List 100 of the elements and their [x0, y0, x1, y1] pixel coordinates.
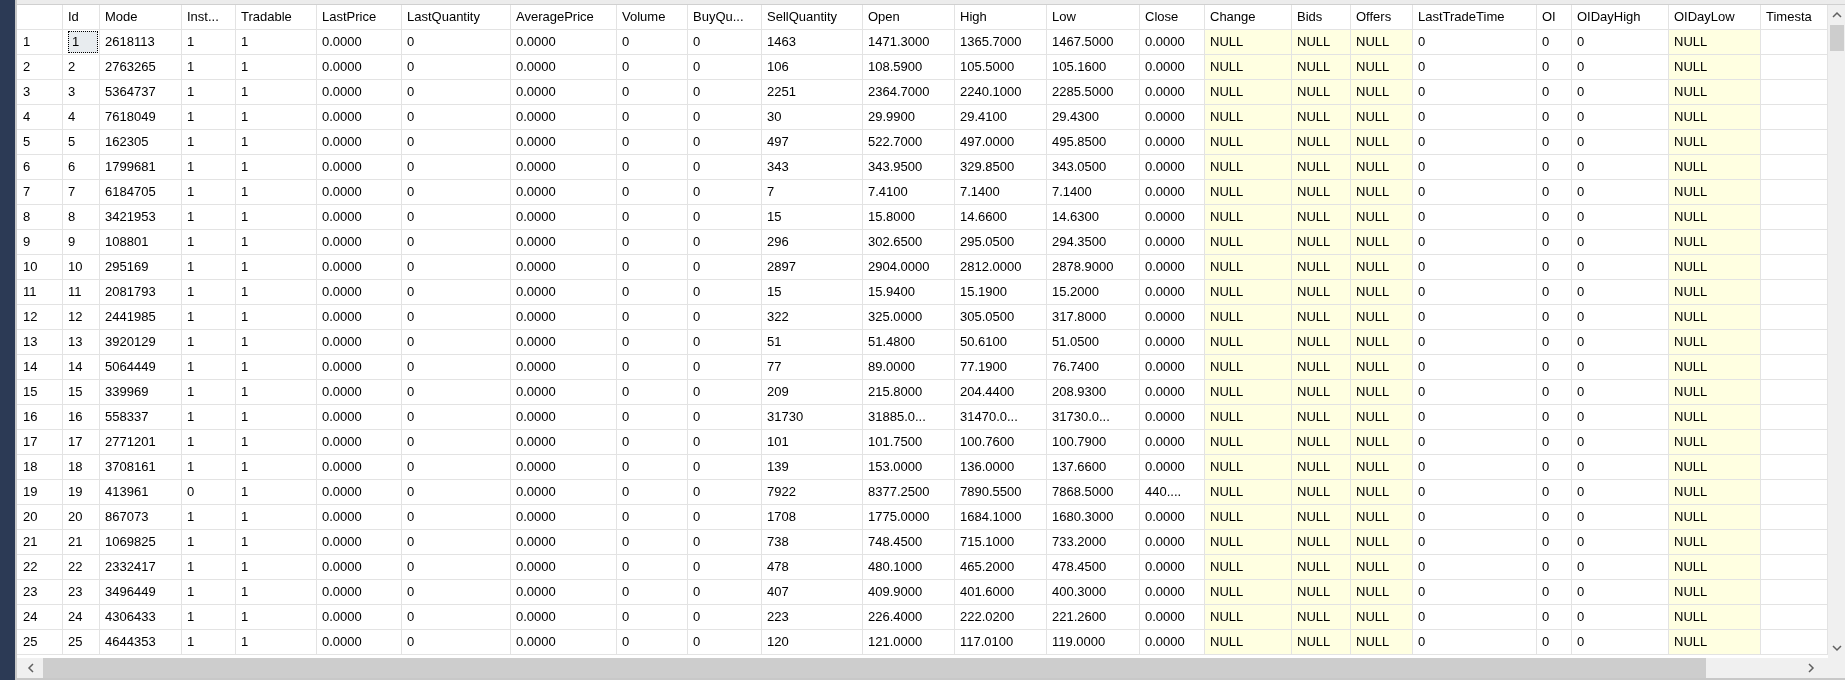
table-cell[interactable]: 2878.9000	[1047, 255, 1140, 280]
table-cell[interactable]: NULL	[1351, 480, 1413, 505]
table-cell[interactable]: 0	[617, 280, 688, 305]
table-cell[interactable]: NULL	[1205, 55, 1292, 80]
table-cell[interactable]: 1	[236, 230, 317, 255]
table-cell[interactable]: 3	[63, 80, 100, 105]
table-cell[interactable]: 137.6600	[1047, 455, 1140, 480]
table-cell[interactable]: 15.8000	[863, 205, 955, 230]
table-cell[interactable]: 4644353	[100, 630, 182, 655]
table-cell[interactable]: 497	[762, 130, 863, 155]
table-cell[interactable]: NULL	[1669, 230, 1761, 255]
table-cell[interactable]: 0.0000	[317, 405, 402, 430]
table-cell[interactable]: 139	[762, 455, 863, 480]
table-cell[interactable]: 0.0000	[317, 505, 402, 530]
table-cell[interactable]: 0	[1537, 455, 1572, 480]
table-cell[interactable]: 748.4500	[863, 530, 955, 555]
table-cell[interactable]: 0.0000	[511, 405, 617, 430]
row-number[interactable]: 9	[17, 230, 63, 255]
table-cell[interactable]: 5	[63, 130, 100, 155]
table-cell[interactable]: 1	[236, 30, 317, 55]
table-cell[interactable]: 0	[1537, 330, 1572, 355]
table-cell[interactable]: 0	[1537, 305, 1572, 330]
table-cell[interactable]: 2240.1000	[955, 80, 1047, 105]
table-cell[interactable]: NULL	[1351, 605, 1413, 630]
table-cell[interactable]: 409.9000	[863, 580, 955, 605]
table-cell[interactable]: 1	[182, 380, 236, 405]
table-cell[interactable]: 2	[63, 55, 100, 80]
table-cell[interactable]: 10	[63, 255, 100, 280]
table-cell[interactable]: 7.1400	[1047, 180, 1140, 205]
table-cell[interactable]: 3496449	[100, 580, 182, 605]
table-cell[interactable]: 16	[63, 405, 100, 430]
vertical-scrollbar[interactable]	[1828, 5, 1845, 658]
table-cell[interactable]: NULL	[1669, 605, 1761, 630]
table-cell[interactable]: 0	[402, 430, 511, 455]
table-cell[interactable]: 106	[762, 55, 863, 80]
table-cell[interactable]: 465.2000	[955, 555, 1047, 580]
table-cell[interactable]: 0	[1537, 55, 1572, 80]
table-cell[interactable]: NULL	[1205, 355, 1292, 380]
table-cell[interactable]: 21	[63, 530, 100, 555]
table-cell[interactable]: 0	[1413, 505, 1537, 530]
table-cell[interactable]: 0	[402, 230, 511, 255]
table-cell[interactable]: 0	[1413, 405, 1537, 430]
table-cell[interactable]: 0	[688, 480, 762, 505]
row-number[interactable]: 25	[17, 630, 63, 655]
table-cell[interactable]: 0	[688, 405, 762, 430]
table-cell[interactable]: 343.9500	[863, 155, 955, 180]
table-cell[interactable]: 1	[236, 255, 317, 280]
table-cell[interactable]: 12	[63, 305, 100, 330]
table-cell[interactable]: 1708	[762, 505, 863, 530]
table-cell[interactable]: NULL	[1669, 130, 1761, 155]
table-cell[interactable]: 497.0000	[955, 130, 1047, 155]
table-cell[interactable]: 0	[402, 355, 511, 380]
table-cell[interactable]: 495.8500	[1047, 130, 1140, 155]
table-cell[interactable]: NULL	[1205, 380, 1292, 405]
row-number[interactable]: 4	[17, 105, 63, 130]
table-cell[interactable]: 715.1000	[955, 530, 1047, 555]
table-cell[interactable]: 0.0000	[511, 55, 617, 80]
table-cell[interactable]: 7890.5500	[955, 480, 1047, 505]
table-cell[interactable]: 1	[236, 505, 317, 530]
table-cell[interactable]: 400.3000	[1047, 580, 1140, 605]
table-cell[interactable]: 0.0000	[511, 380, 617, 405]
table-cell[interactable]: 7	[762, 180, 863, 205]
table-cell[interactable]: 0	[402, 180, 511, 205]
table-cell[interactable]: 30	[762, 105, 863, 130]
table-cell[interactable]: NULL	[1205, 130, 1292, 155]
row-number[interactable]: 15	[17, 380, 63, 405]
table-cell[interactable]: 1	[236, 355, 317, 380]
table-cell[interactable]: 3421953	[100, 205, 182, 230]
table-cell[interactable]: 0.0000	[317, 80, 402, 105]
table-cell[interactable]: 0	[1413, 605, 1537, 630]
table-cell[interactable]: NULL	[1351, 280, 1413, 305]
table-cell[interactable]: 1	[182, 280, 236, 305]
table-cell[interactable]: 0.0000	[511, 330, 617, 355]
table-cell[interactable]: 136.0000	[955, 455, 1047, 480]
scroll-right-icon[interactable]	[1808, 663, 1815, 673]
table-cell[interactable]: 2812.0000	[955, 255, 1047, 280]
table-cell[interactable]: 0	[1537, 80, 1572, 105]
table-cell[interactable]: NULL	[1292, 130, 1351, 155]
table-cell[interactable]: 1	[236, 180, 317, 205]
table-cell[interactable]: 0.0000	[317, 555, 402, 580]
row-number[interactable]: 22	[17, 555, 63, 580]
table-cell[interactable]: 0	[688, 530, 762, 555]
table-cell[interactable]: 0.0000	[511, 155, 617, 180]
table-cell[interactable]: 1	[182, 105, 236, 130]
row-number[interactable]: 23	[17, 580, 63, 605]
table-cell[interactable]: 223	[762, 605, 863, 630]
row-number[interactable]: 11	[17, 280, 63, 305]
table-cell[interactable]: 0.0000	[317, 605, 402, 630]
table-cell[interactable]: 0	[617, 380, 688, 405]
table-cell[interactable]: 7	[63, 180, 100, 205]
table-cell[interactable]: 0.0000	[317, 280, 402, 305]
table-cell[interactable]: 2081793	[100, 280, 182, 305]
table-cell[interactable]: 1	[182, 230, 236, 255]
table-cell[interactable]: 1	[236, 380, 317, 405]
table-cell[interactable]: 0	[402, 30, 511, 55]
table-cell[interactable]: 0.0000	[317, 630, 402, 655]
table-cell[interactable]: 0.0000	[317, 255, 402, 280]
table-cell[interactable]: 0	[688, 155, 762, 180]
table-cell[interactable]: NULL	[1351, 255, 1413, 280]
table-cell[interactable]: 2771201	[100, 430, 182, 455]
